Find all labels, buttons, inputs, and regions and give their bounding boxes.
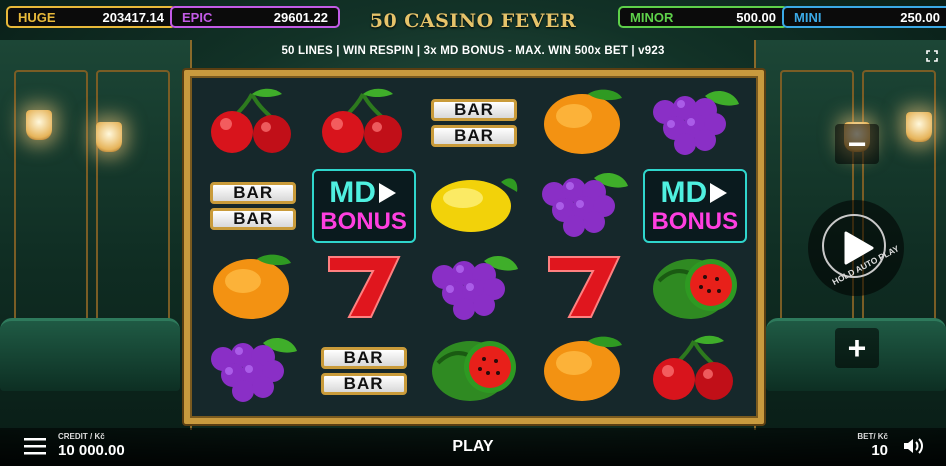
sound-icon[interactable] [902,436,924,456]
bar-plate: BAR [320,372,407,395]
wall-lamp [26,110,52,140]
reel-cell: MD BONUS [640,165,750,248]
reel-cell [419,247,529,330]
wall-panel [96,70,170,324]
reel-cell [640,247,750,330]
sofa [0,318,180,391]
orange-symbol [207,251,299,326]
md-text: MD [329,175,376,209]
cherry-icon [211,88,292,153]
lemon-icon [430,178,518,233]
bar-symbol: BAR BAR [430,99,517,148]
bar-symbol: BAR BAR [210,181,297,230]
reel-cell [529,82,639,165]
reel-cell [640,82,750,165]
bar-plate: BAR [320,346,407,369]
bet-decrease-button[interactable]: − [835,124,879,164]
cherry-symbol [317,86,411,161]
minus-icon: − [847,126,867,162]
reel-frame: BAR BAR BAR BAR MD BONUS MD BONUS BAR BA… [184,70,764,424]
bonus-text: BONUS [320,207,407,235]
seven-icon [548,255,621,318]
bar-plate: BAR [210,181,297,204]
orange-icon [544,89,623,154]
plus-icon: + [847,330,867,366]
grapes-symbol [426,251,522,326]
reel-cell [419,330,529,413]
orange-symbol [538,333,630,408]
reel-cell [198,82,308,165]
bet-label: BET/ Kč [857,432,888,441]
arrow-right-icon [378,182,396,203]
grapes-icon [542,173,629,238]
game-title: 50 CASINO FEVER [369,10,577,32]
reel-cell [308,82,418,165]
reel-cell: MD BONUS [308,165,418,248]
cherry-symbol [206,86,300,161]
arrow-right-icon [710,182,728,203]
cherry-icon [321,88,402,153]
watermelon-symbol [428,333,520,408]
orange-icon [213,254,292,319]
grapes-symbol [647,86,743,161]
reel-cell: BAR BAR [419,82,529,165]
wall-panel [14,70,88,324]
spin-button[interactable]: HOLD AUTO PLAY [808,200,904,296]
bar-plate: BAR [430,125,517,148]
reel-grid: BAR BAR BAR BAR MD BONUS MD BONUS BAR BA… [198,82,750,412]
watermelon-icon [652,258,737,319]
bet-increase-button[interactable]: + [835,328,879,368]
wall-lamp [906,112,932,142]
grapes-symbol [205,333,301,408]
cherry-icon [652,335,733,401]
reel-cell [529,330,639,413]
reel-cell [198,330,308,413]
seven-symbol [321,251,407,326]
bar-plate: BAR [210,207,297,230]
reel-cell: BAR BAR [198,165,308,248]
grapes-icon [652,90,739,155]
reel-cell [198,247,308,330]
seven-icon [327,255,401,318]
cherry-symbol [648,333,742,408]
bar-plate: BAR [430,99,517,122]
reel-cell [529,247,639,330]
watermelon-icon [431,341,516,402]
md-bonus-symbol: MD BONUS [642,168,747,243]
bonus-text: BONUS [651,207,739,235]
grapes-icon [431,255,518,320]
seven-symbol [541,251,627,326]
lemon-symbol [427,170,521,241]
grapes-symbol [536,168,632,243]
reel-cell [419,165,529,248]
md-bonus-symbol: MD BONUS [311,168,416,243]
reel-cell [640,330,750,413]
fullscreen-icon[interactable] [926,50,938,62]
play-label[interactable]: PLAY [0,438,946,456]
md-text: MD [660,175,708,209]
watermelon-symbol [649,251,741,326]
wall-lamp [96,122,122,152]
grapes-icon [211,338,298,403]
bar-symbol: BAR BAR [320,346,407,395]
reel-cell [308,247,418,330]
orange-symbol [538,86,630,161]
orange-icon [544,336,623,402]
game-info-line: 50 LINES | WIN RESPIN | 3x MD BONUS - MA… [281,45,665,57]
reel-cell: BAR BAR [308,330,418,413]
reel-cell [529,165,639,248]
background-left-wall [0,40,192,430]
bet-value[interactable]: 10 [871,442,888,459]
